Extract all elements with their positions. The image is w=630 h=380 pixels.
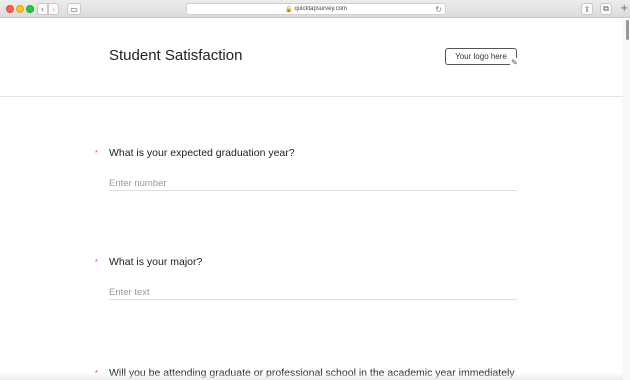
lock-icon: 🔒 xyxy=(284,5,293,13)
tabs-icon: ⧉ xyxy=(603,4,609,13)
question-major: * What is your major? xyxy=(95,256,525,306)
question-text: What is your major? xyxy=(109,256,203,268)
sidebar-toggle-button[interactable]: ▭ xyxy=(67,3,81,15)
zoom-window-button[interactable] xyxy=(26,5,34,13)
required-marker: * xyxy=(95,259,98,266)
survey-title: Student Satisfaction xyxy=(109,47,243,64)
chevron-left-icon: ‹ xyxy=(40,4,45,14)
forward-button[interactable]: › xyxy=(48,3,59,15)
new-tab-button[interactable]: + xyxy=(620,3,628,15)
address-bar[interactable]: 🔒 quicktapsurvey.com ↻ xyxy=(186,3,446,15)
scroll-fade xyxy=(0,372,623,380)
major-input[interactable] xyxy=(109,285,517,300)
scrollbar[interactable] xyxy=(623,19,630,380)
question-text: What is your expected graduation year? xyxy=(109,147,295,159)
chevron-right-icon: › xyxy=(51,4,56,14)
scrollbar-thumb[interactable] xyxy=(626,20,629,40)
question-graduation-year: * What is your expected graduation year? xyxy=(95,147,525,197)
reload-icon[interactable]: ↻ xyxy=(435,4,442,15)
url-text: quicktapsurvey.com xyxy=(294,6,348,12)
browser-window: ‹ › ▭ 🔒 quicktapsurvey.com ↻ ⇪ ⧉ + Stude… xyxy=(0,0,630,380)
survey-header xyxy=(0,19,623,97)
close-window-button[interactable] xyxy=(6,5,14,13)
logo-placeholder[interactable]: Your logo here ✎ xyxy=(445,48,519,67)
sidebar-icon: ▭ xyxy=(70,4,78,14)
share-icon: ⇪ xyxy=(583,4,591,14)
required-marker: * xyxy=(95,150,98,157)
minimize-window-button[interactable] xyxy=(16,5,24,13)
graduation-year-input[interactable] xyxy=(109,176,517,191)
edit-icon[interactable]: ✎ xyxy=(510,58,519,67)
logo-placeholder-label: Your logo here xyxy=(455,52,507,61)
share-button[interactable]: ⇪ xyxy=(581,3,593,15)
back-button[interactable]: ‹ xyxy=(37,3,48,15)
browser-toolbar: ‹ › ▭ 🔒 quicktapsurvey.com ↻ ⇪ ⧉ + xyxy=(0,0,630,18)
tab-overview-button[interactable]: ⧉ xyxy=(600,3,612,15)
